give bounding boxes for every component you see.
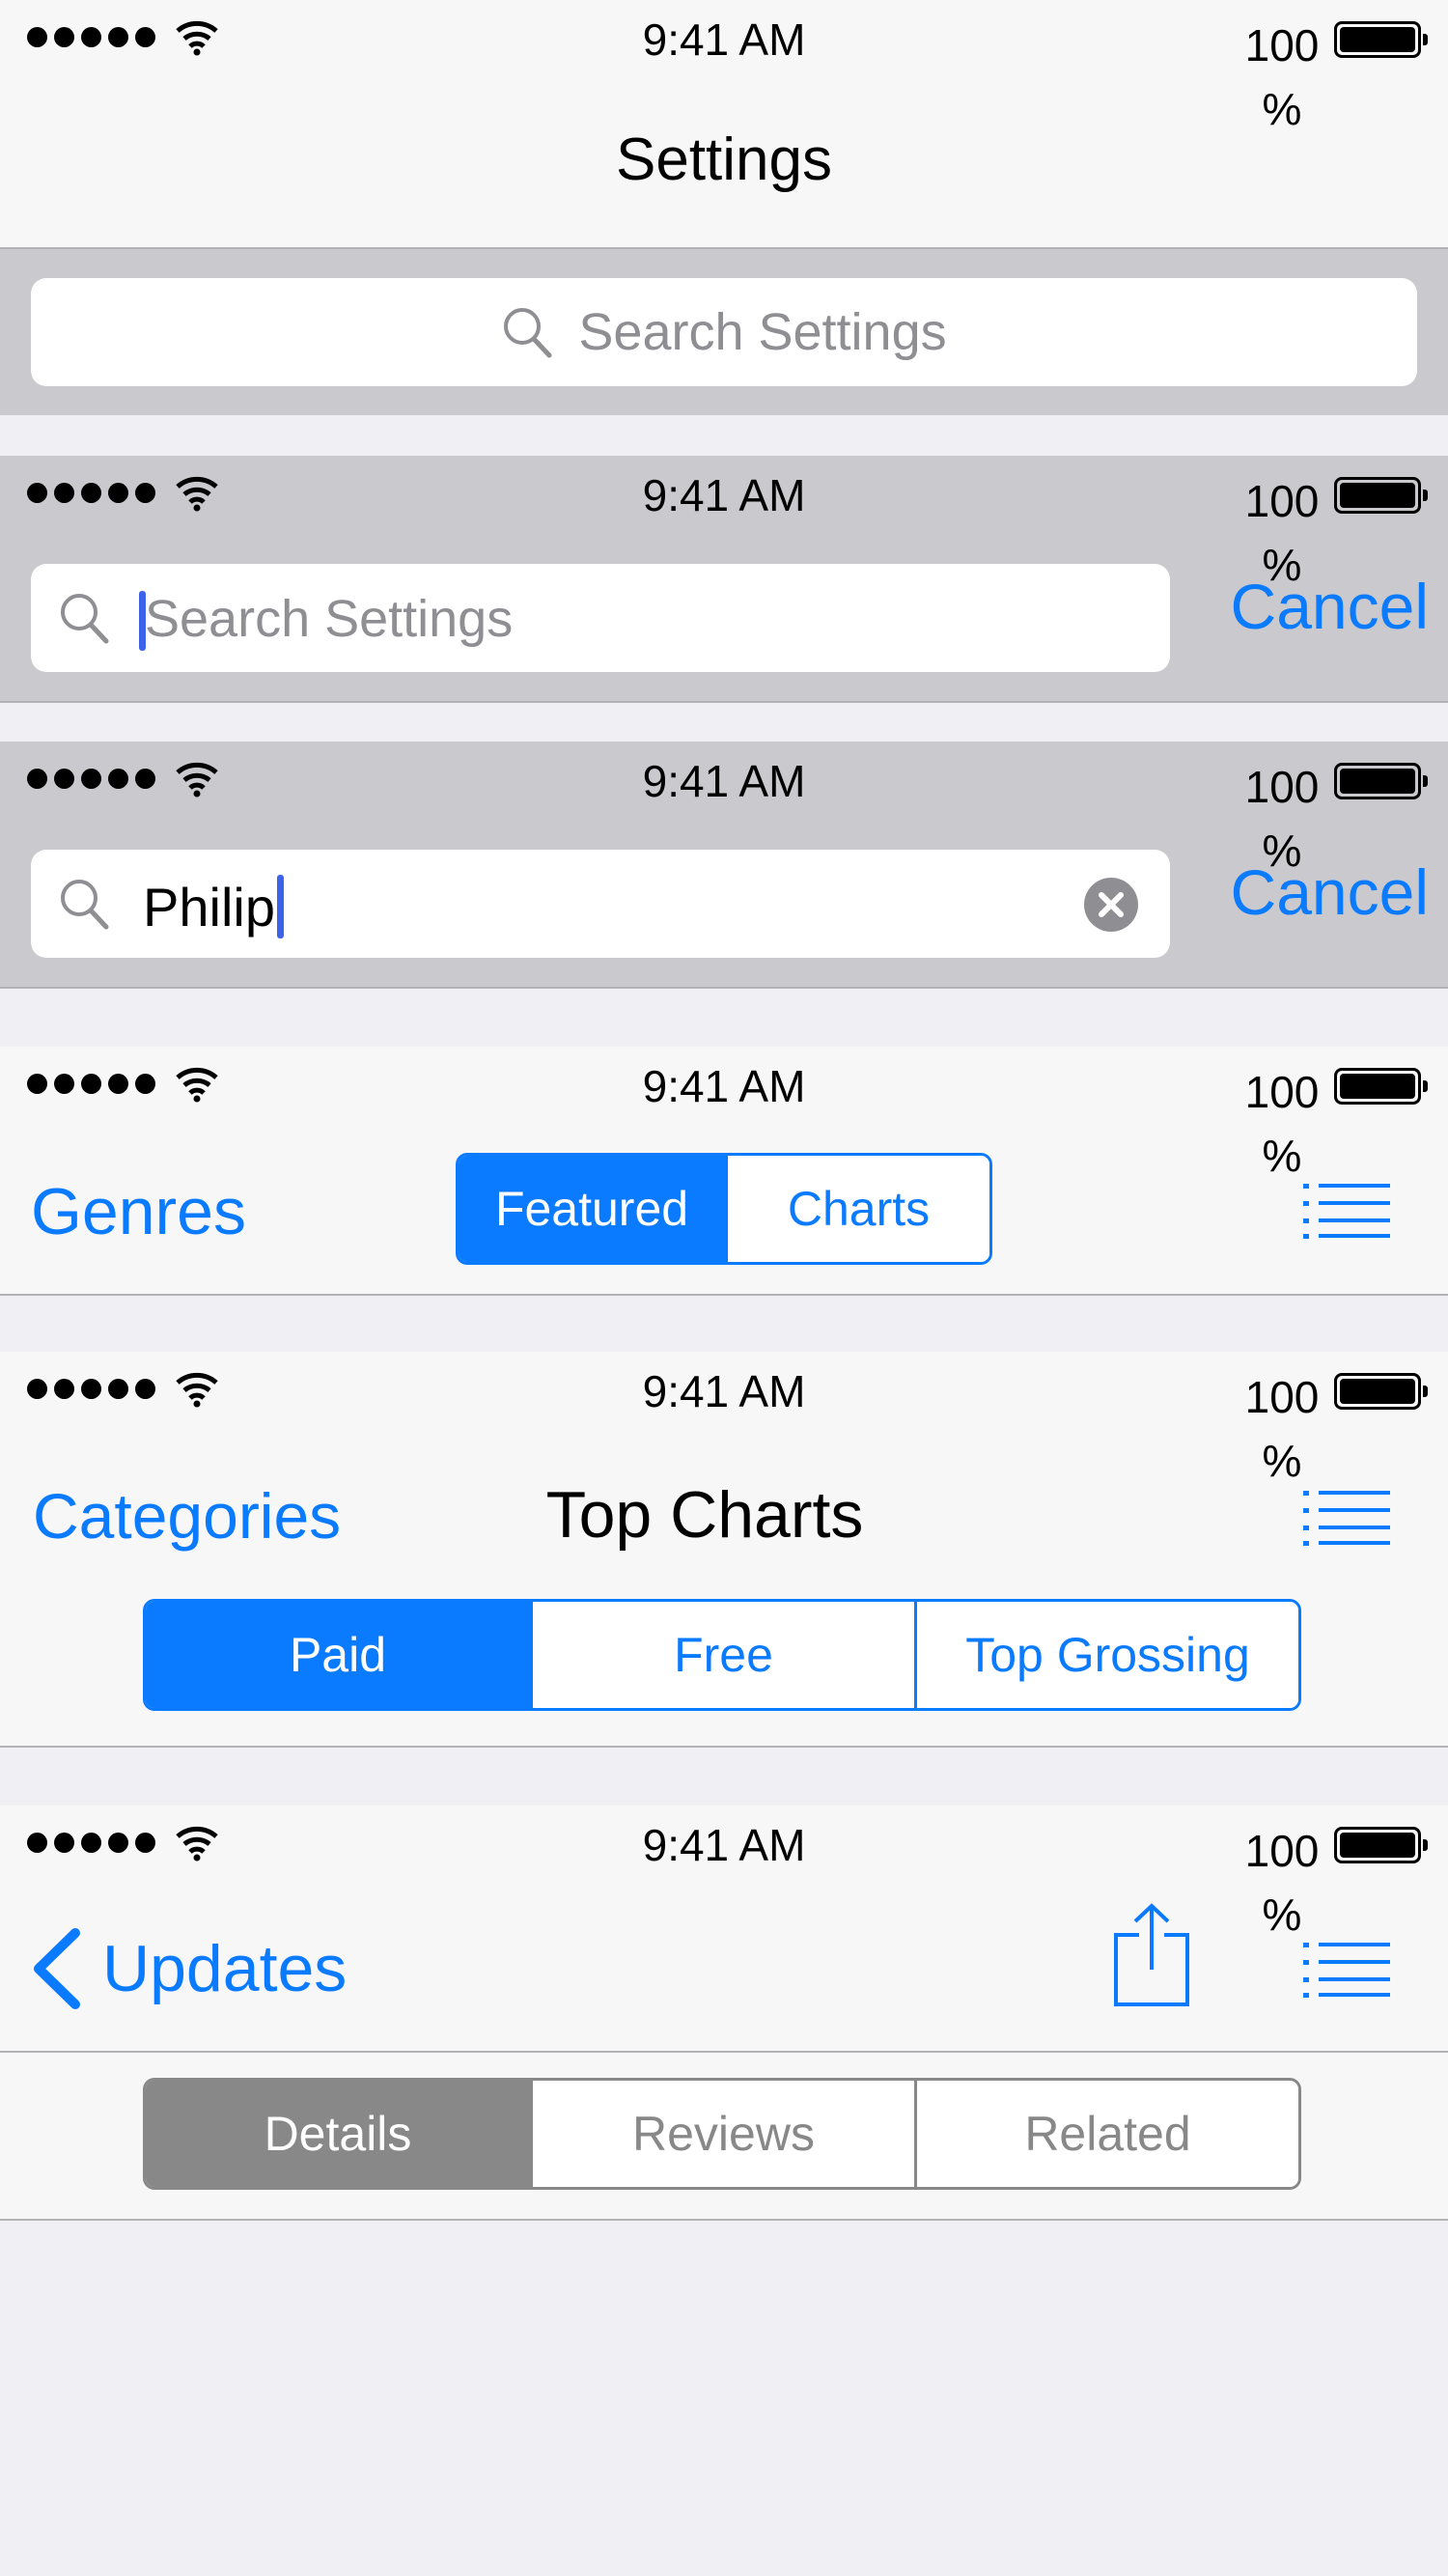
search-query-panel: 9:41 AM 100% Philip Cancel — [0, 742, 1448, 989]
page-title: Settings — [615, 126, 833, 193]
search-placeholder: Search Settings — [578, 303, 947, 361]
chevron-left-icon — [34, 1928, 80, 2009]
details-segmented-control: Details Reviews Related — [143, 2078, 1301, 2190]
divider — [0, 701, 1448, 703]
divider — [0, 2219, 1448, 2221]
segment-free[interactable]: Free — [530, 1602, 914, 1708]
back-button[interactable]: Updates — [29, 1927, 347, 2010]
segment-featured[interactable]: Featured — [459, 1156, 725, 1262]
status-bar: 9:41 AM 100% — [0, 0, 1448, 134]
page-title: Top Charts — [545, 1478, 864, 1552]
search-icon — [504, 308, 552, 358]
status-bar: 9:41 AM 100% — [0, 456, 1448, 590]
search-icon — [61, 880, 109, 930]
segment-paid[interactable]: Paid — [146, 1602, 530, 1708]
status-bar: 9:41 AM 100% — [0, 1806, 1448, 1940]
battery-icon — [1334, 477, 1428, 514]
segment-charts[interactable]: Charts — [725, 1156, 989, 1262]
battery-percent: 100% — [1244, 20, 1320, 134]
search-icon — [61, 594, 109, 644]
cancel-button[interactable]: Cancel — [1197, 570, 1429, 643]
back-label: Updates — [102, 1932, 348, 2005]
battery-icon — [1334, 1373, 1428, 1410]
cancel-button[interactable]: Cancel — [1197, 855, 1429, 929]
divider — [0, 1294, 1448, 1296]
battery-icon — [1334, 763, 1428, 799]
battery-icon — [1334, 1827, 1428, 1863]
store-navbar-panel: 9:41 AM 100% Genres Featured Charts — [0, 1047, 1448, 1296]
chart-type-segmented-control: Paid Free Top Grossing — [143, 1599, 1301, 1711]
search-placeholder: Search Settings — [145, 590, 514, 648]
status-bar: 9:41 AM 100% — [0, 1047, 1448, 1181]
divider — [0, 1746, 1448, 1748]
battery-percent: 100% — [1244, 1826, 1320, 1940]
status-time: 9:41 AM — [642, 756, 806, 806]
search-active-panel: 9:41 AM 100% Search Settings Cancel — [0, 456, 1448, 703]
status-time: 9:41 AM — [642, 1820, 806, 1870]
segment-reviews[interactable]: Reviews — [530, 2081, 914, 2187]
status-time: 9:41 AM — [642, 1061, 806, 1111]
status-time: 9:41 AM — [642, 470, 806, 520]
updates-panel: 9:41 AM 100% Updates Details Reviews Rel… — [0, 1806, 1448, 2221]
status-time: 9:41 AM — [642, 1366, 806, 1416]
list-icon[interactable] — [1303, 1182, 1390, 1240]
search-input[interactable]: Philip — [31, 850, 1170, 958]
battery-icon — [1334, 21, 1428, 58]
status-bar: 9:41 AM 100% — [0, 742, 1448, 876]
segment-top-grossing[interactable]: Top Grossing — [914, 1602, 1298, 1708]
search-query: Philip — [143, 875, 284, 938]
battery-percent: 100% — [1244, 1067, 1320, 1181]
settings-panel: 9:41 AM 100% Settings Search Settings — [0, 0, 1448, 415]
text-cursor — [276, 875, 284, 938]
share-icon[interactable] — [1112, 1902, 1191, 2008]
segment-details[interactable]: Details — [146, 2081, 530, 2187]
status-bar: 9:41 AM 100% — [0, 1352, 1448, 1486]
battery-icon — [1334, 1068, 1428, 1105]
featured-charts-segmented-control: Featured Charts — [456, 1153, 992, 1265]
clear-circle-icon[interactable] — [1083, 877, 1139, 933]
search-input[interactable]: Search Settings — [31, 278, 1417, 386]
divider — [0, 987, 1448, 989]
list-icon[interactable] — [1303, 1489, 1390, 1547]
segment-related[interactable]: Related — [914, 2081, 1298, 2187]
divider — [0, 247, 1448, 249]
list-icon[interactable] — [1303, 1941, 1390, 1999]
battery-percent: 100% — [1244, 1372, 1320, 1486]
top-charts-panel: 9:41 AM 100% Categories Top Charts Paid … — [0, 1352, 1448, 1748]
search-input[interactable]: Search Settings — [31, 564, 1170, 672]
genres-button[interactable]: Genres — [31, 1174, 246, 1249]
status-time: 9:41 AM — [642, 14, 806, 65]
